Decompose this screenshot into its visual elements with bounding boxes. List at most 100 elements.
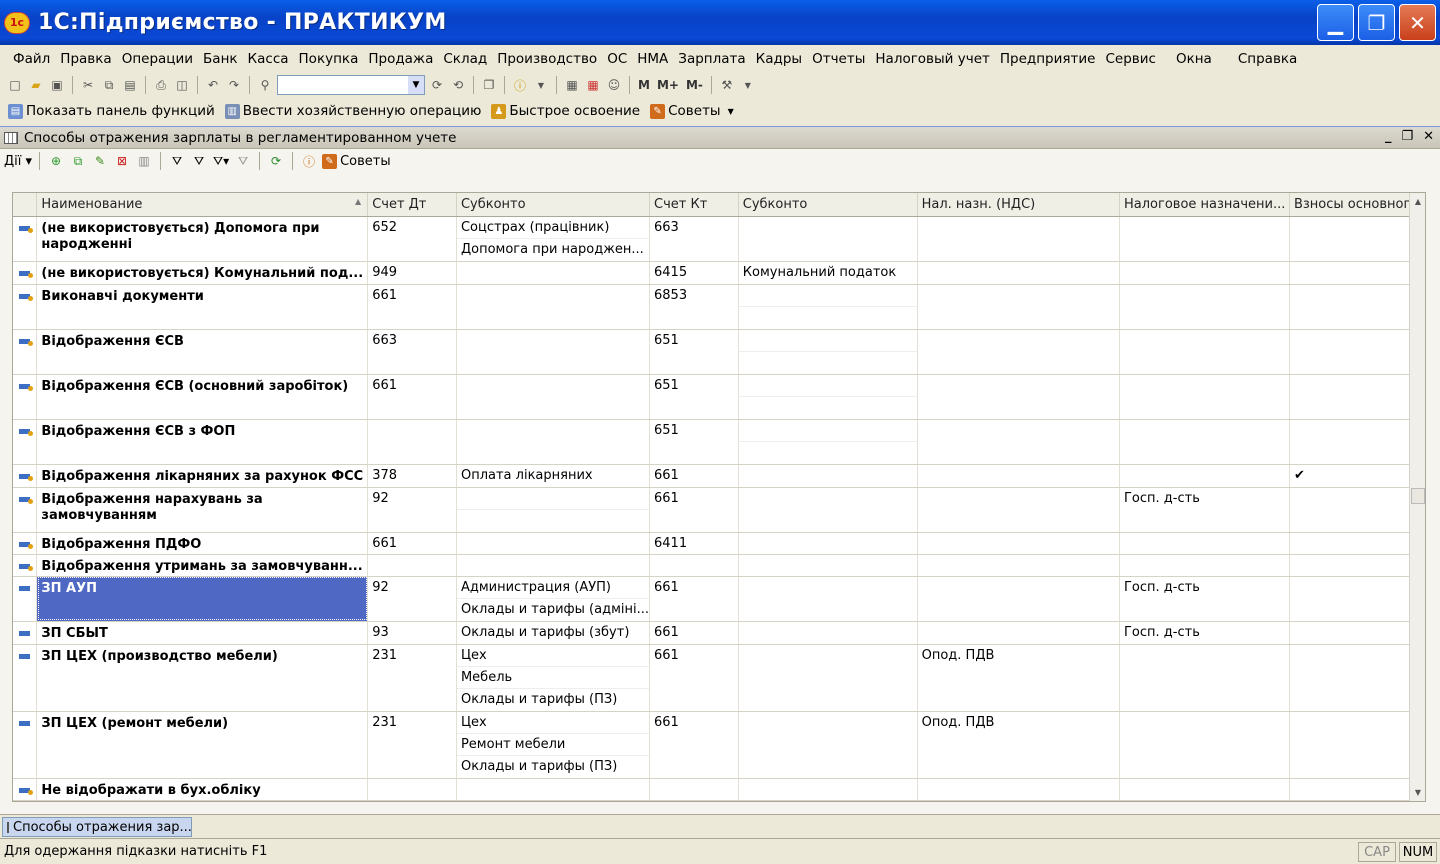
credit-account-cell[interactable]: 6411: [649, 532, 739, 555]
tax-purpose-cell[interactable]: [1119, 216, 1290, 262]
menu-item-4[interactable]: Касса: [243, 51, 294, 67]
subconto-cell[interactable]: [738, 464, 918, 488]
vat-purpose-cell[interactable]: [917, 284, 1121, 330]
redo-icon[interactable]: ↷: [225, 76, 243, 94]
contributions-cell[interactable]: [1289, 419, 1425, 465]
table-row[interactable]: Відображення ЄСВ 663 651: [13, 329, 1425, 375]
name-cell[interactable]: ЗП ЦЕХ (производство мебели): [36, 644, 369, 712]
add-icon[interactable]: ⊕: [47, 152, 65, 170]
doc-tips-button[interactable]: ✎ Советы: [322, 153, 391, 169]
info-icon[interactable]: ⓘ: [511, 76, 529, 94]
tax-purpose-cell[interactable]: Госп. д-сть: [1119, 621, 1290, 645]
debit-account-cell[interactable]: 92: [367, 487, 457, 533]
refresh-icon[interactable]: ⟳: [267, 152, 285, 170]
windows-icon[interactable]: ❐: [480, 76, 498, 94]
restore-button[interactable]: ❐: [1358, 4, 1395, 41]
name-cell[interactable]: ЗП АУП: [36, 576, 369, 622]
save-icon[interactable]: ▣: [48, 76, 66, 94]
menu-item-11[interactable]: Зарплата: [673, 51, 750, 67]
vat-purpose-cell[interactable]: [917, 778, 1121, 801]
subconto-cell[interactable]: [456, 284, 651, 330]
debit-account-cell[interactable]: 92: [367, 576, 457, 622]
task-tab[interactable]: Способы отражения зар...: [2, 817, 192, 837]
vat-purpose-cell[interactable]: [917, 464, 1121, 488]
doc-restore-button[interactable]: ❐: [1401, 129, 1413, 144]
tools-icon[interactable]: ⚒: [718, 76, 736, 94]
name-cell[interactable]: Відображення лікарняних за рахунок ФСС: [36, 464, 369, 488]
menu-item-7[interactable]: Склад: [438, 51, 492, 67]
name-cell[interactable]: Виконавчі документи: [36, 284, 369, 330]
vat-purpose-cell[interactable]: Опод. ПДВ: [917, 711, 1121, 779]
name-cell[interactable]: Відображення утримань за замовчуванн...: [36, 554, 369, 577]
menu-item-15[interactable]: Предприятие: [995, 51, 1101, 67]
vat-purpose-cell[interactable]: [917, 261, 1121, 285]
vat-purpose-cell[interactable]: [917, 329, 1121, 375]
name-cell[interactable]: Відображення нарахувань за замовчуванням: [36, 487, 369, 533]
find-next-icon[interactable]: ⟳: [428, 76, 446, 94]
tax-purpose-cell[interactable]: Госп. д-сть: [1119, 576, 1290, 622]
menu-item-18[interactable]: Справка: [1233, 51, 1302, 67]
subconto-cell[interactable]: [456, 419, 651, 465]
credit-account-cell[interactable]: 651: [649, 374, 739, 420]
subconto-cell[interactable]: [738, 329, 918, 375]
calendar-icon[interactable]: ▦: [584, 76, 602, 94]
debit-account-cell[interactable]: 661: [367, 374, 457, 420]
contributions-cell[interactable]: [1289, 329, 1425, 375]
debit-account-cell[interactable]: [367, 419, 457, 465]
tax-purpose-cell[interactable]: [1119, 261, 1290, 285]
subconto-cell[interactable]: [738, 216, 918, 262]
credit-account-cell[interactable]: [649, 778, 739, 801]
data-grid[interactable]: Наименование ▲ Счет Дт Субконто Счет Кт Субко…: [12, 192, 1426, 802]
table-row[interactable]: Відображення ЄСВ (основний заробіток) 661…: [13, 374, 1425, 420]
subconto-cell[interactable]: Цех Ремонт мебели Оклады и тарифы (ПЗ): [456, 711, 651, 779]
vat-purpose-cell[interactable]: [917, 621, 1121, 645]
column-header-4[interactable]: Субконто: [738, 193, 918, 217]
vat-purpose-cell[interactable]: [917, 216, 1121, 262]
debit-account-cell[interactable]: 663: [367, 329, 457, 375]
marker-column-header[interactable]: [13, 193, 38, 217]
menu-item-6[interactable]: Продажа: [363, 51, 438, 67]
debit-account-cell[interactable]: 231: [367, 711, 457, 779]
search-icon[interactable]: ⚲: [256, 76, 274, 94]
credit-account-cell[interactable]: 651: [649, 329, 739, 375]
debit-account-cell[interactable]: [367, 554, 457, 577]
contributions-cell[interactable]: [1289, 532, 1425, 555]
vat-purpose-cell[interactable]: Опод. ПДВ: [917, 644, 1121, 712]
dropdown-arrow-icon[interactable]: ▼: [728, 107, 734, 116]
minimize-button[interactable]: ▁: [1317, 4, 1354, 41]
name-cell[interactable]: Відображення ЄСВ (основний заробіток): [36, 374, 369, 420]
table-row[interactable]: (не використовується) Комунальний под...…: [13, 261, 1425, 285]
sort-asc-icon[interactable]: ▲: [355, 197, 361, 206]
subconto-cell[interactable]: [738, 532, 918, 555]
tax-purpose-cell[interactable]: [1119, 284, 1290, 330]
name-cell[interactable]: (не використовується) Допомога при народ…: [36, 216, 369, 262]
column-header-3[interactable]: Счет Кт: [649, 193, 739, 217]
filter-icon[interactable]: ⛛: [168, 152, 186, 170]
doc-close-button[interactable]: ✕: [1423, 129, 1434, 144]
debit-account-cell[interactable]: [367, 778, 457, 801]
vat-purpose-cell[interactable]: [917, 487, 1121, 533]
menu-item-13[interactable]: Отчеты: [807, 51, 870, 67]
table-row[interactable]: Відображення ЄСВ з ФОП 651: [13, 419, 1425, 465]
contributions-cell[interactable]: [1289, 261, 1425, 285]
table-row[interactable]: ЗП ЦЕХ (ремонт мебели) 231 Цех Ремонт мебел…: [13, 711, 1425, 779]
subconto-cell[interactable]: [456, 374, 651, 420]
table-row[interactable]: Не відображати в бух.обліку: [13, 778, 1425, 801]
table-row[interactable]: Відображення утримань за замовчуванн...: [13, 554, 1425, 577]
preview-icon[interactable]: ◫: [173, 76, 191, 94]
scroll-thumb[interactable]: [1411, 488, 1425, 504]
subconto-cell[interactable]: Соцстрах (працівник) Допомога при народже…: [456, 216, 651, 262]
subconto-cell[interactable]: [456, 532, 651, 555]
column-header-0[interactable]: Наименование ▲: [36, 193, 369, 217]
debit-account-cell[interactable]: 661: [367, 284, 457, 330]
vat-purpose-cell[interactable]: [917, 532, 1121, 555]
table-row[interactable]: Відображення лікарняних за рахунок ФСС 37…: [13, 464, 1425, 488]
print-icon[interactable]: ⎙: [152, 76, 170, 94]
memory-button[interactable]: М: [636, 78, 652, 92]
table-row[interactable]: Відображення нарахувань за замовчуванням…: [13, 487, 1425, 533]
contributions-cell[interactable]: [1289, 644, 1425, 712]
subconto-cell[interactable]: [738, 621, 918, 645]
contributions-cell[interactable]: [1289, 487, 1425, 533]
search-input[interactable]: ▼: [277, 75, 425, 95]
menu-item-16[interactable]: Сервис: [1100, 51, 1160, 67]
